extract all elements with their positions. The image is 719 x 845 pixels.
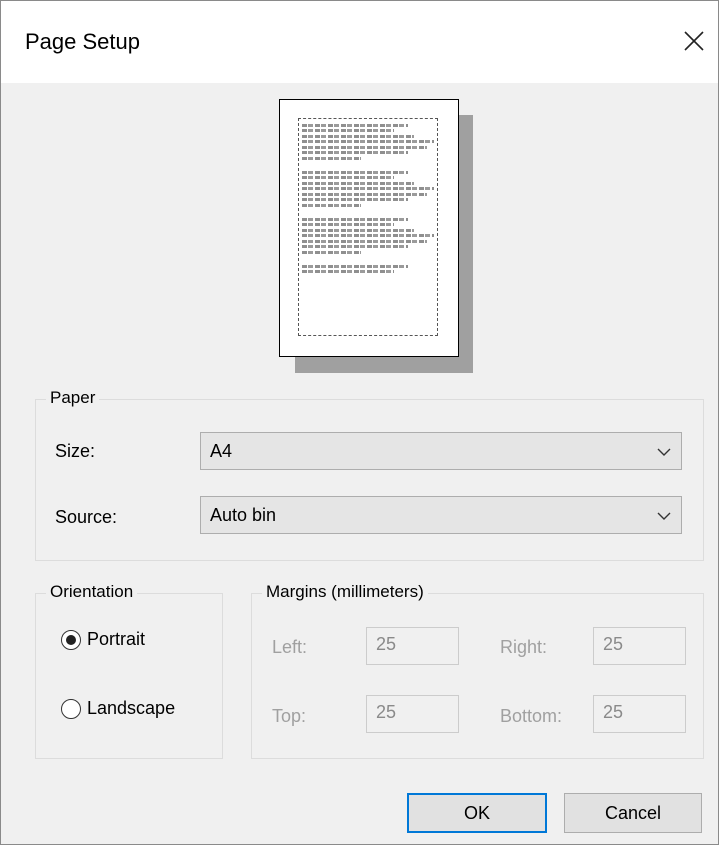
orientation-group-legend: Orientation	[46, 582, 138, 602]
source-select-value: Auto bin	[210, 505, 277, 525]
paper-group-legend: Paper	[46, 388, 100, 408]
cancel-button[interactable]: Cancel	[564, 793, 702, 833]
landscape-radio-circle	[61, 698, 81, 719]
margins-group-legend: Margins (millimeters)	[262, 582, 428, 602]
right-margin-label: Right:	[500, 637, 548, 657]
source-select[interactable]: Auto bin	[200, 496, 682, 534]
close-icon	[684, 31, 704, 51]
page-preview-margin-outline	[298, 118, 438, 336]
landscape-radio[interactable]: Landscape	[61, 698, 175, 719]
portrait-radio-circle	[61, 629, 81, 650]
left-margin-input[interactable]: 25	[366, 627, 459, 665]
chevron-down-icon	[657, 448, 671, 456]
chevron-down-icon	[657, 512, 671, 520]
bottom-margin-label: Bottom:	[500, 706, 563, 726]
dialog-title: Page Setup	[25, 29, 140, 54]
title-bar: Page Setup	[1, 1, 718, 83]
left-margin-label: Left:	[272, 637, 308, 657]
portrait-radio[interactable]: Portrait	[61, 629, 145, 650]
ok-button[interactable]: OK	[407, 793, 547, 833]
margins-group: Margins (millimeters)	[251, 582, 704, 759]
close-button[interactable]	[670, 15, 718, 67]
size-label: Size:	[55, 441, 96, 461]
top-margin-input[interactable]: 25	[366, 695, 459, 733]
source-label: Source:	[55, 507, 118, 527]
size-select[interactable]: A4	[200, 432, 682, 470]
orientation-group: Orientation	[35, 582, 223, 759]
page-preview	[279, 99, 459, 357]
page-setup-dialog: Page Setup Paper Size: A4 Source: Auto b…	[0, 0, 719, 845]
landscape-label: Landscape	[87, 698, 176, 718]
right-margin-input[interactable]: 25	[593, 627, 686, 665]
size-select-value: A4	[210, 441, 233, 461]
portrait-label: Portrait	[87, 629, 146, 649]
top-margin-label: Top:	[272, 706, 307, 726]
paper-group: Paper	[35, 388, 704, 561]
bottom-margin-input[interactable]: 25	[593, 695, 686, 733]
